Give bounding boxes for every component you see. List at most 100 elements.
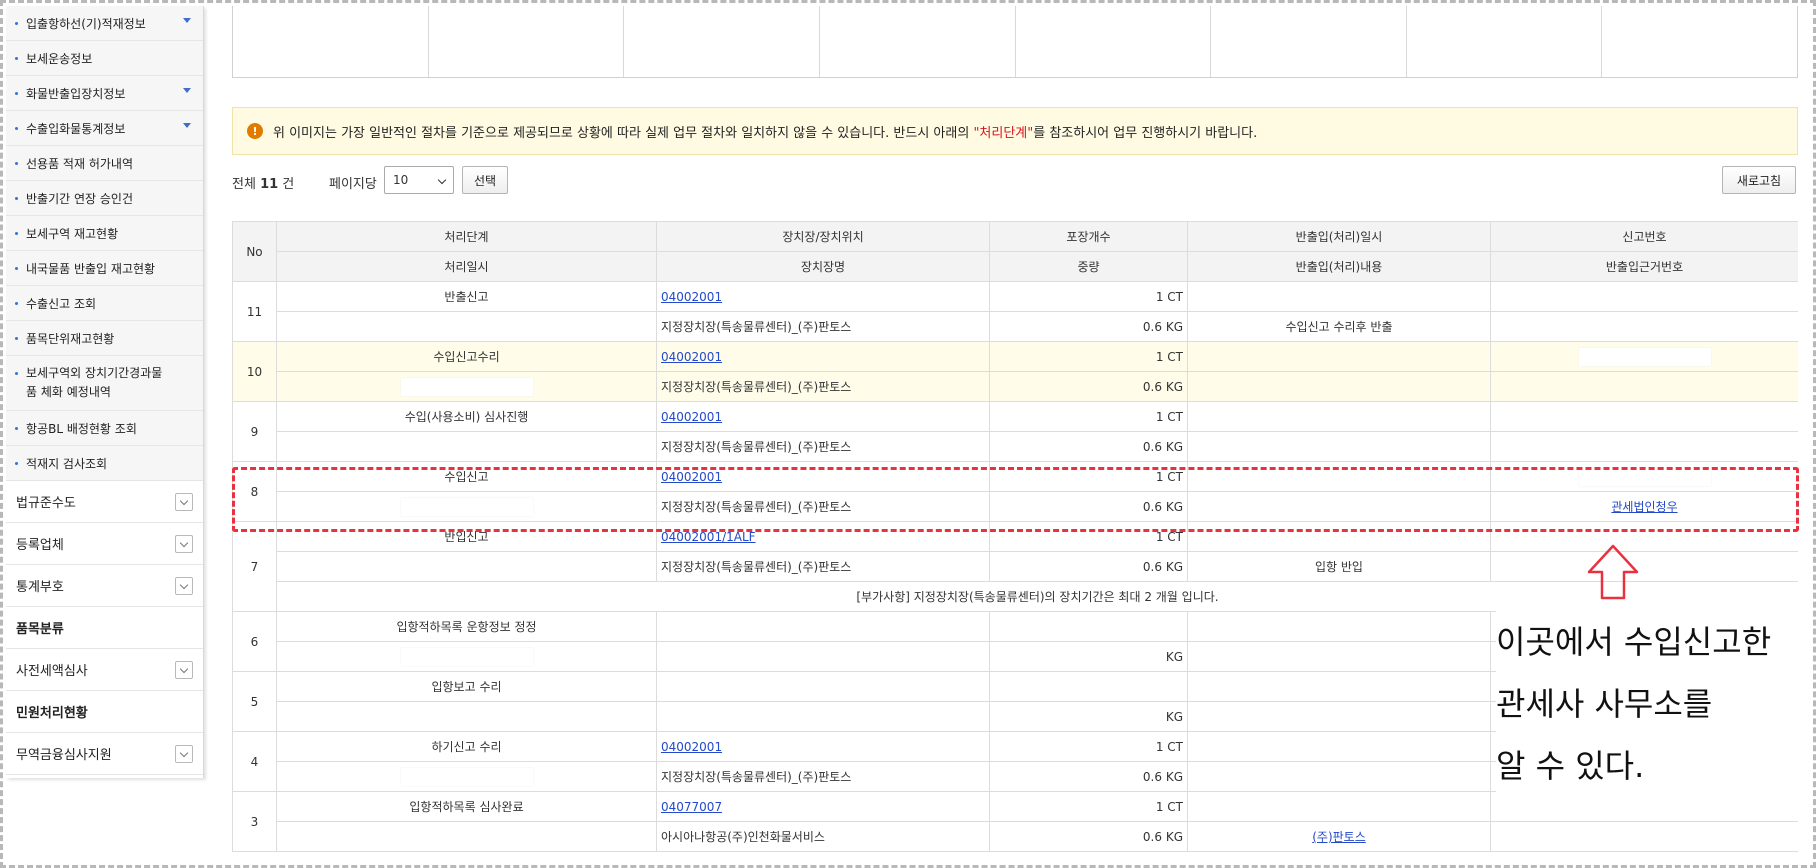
report-no-cell (1490, 341, 1798, 372)
location-link[interactable]: 04002001/1ALF (661, 530, 756, 544)
sidebar-menu: 입출항하선(기)적재정보 보세운송정보 화물반출입장치정보 수출입화물통계정보 선용품 … (6, 6, 204, 778)
weight-cell: 0.6 KG (989, 431, 1188, 462)
sidebar-main-item[interactable]: 품목분류 (6, 607, 203, 649)
bullet-dot-icon (15, 462, 18, 465)
col-header-location: 장치장/장치위치 (656, 221, 990, 252)
process-step-cell[interactable] (429, 6, 625, 77)
location-cell: 04002001 (656, 731, 990, 762)
table-note-row: [부가사항] 지정장치장(특송물류센터)의 장치기간은 최대 2 개월 입니다. (233, 581, 1798, 612)
label-line: 보세구역외 장치기간경과물 (26, 366, 163, 380)
location-link[interactable]: 04002001 (661, 350, 722, 364)
annotation-line-3: 알 수 있다. (1496, 735, 1806, 797)
col-header-basis-no: 반출입근거번호 (1490, 251, 1798, 282)
process-step-cell[interactable] (1016, 6, 1212, 77)
sidebar-main-item[interactable]: 민원처리현황 (6, 691, 203, 733)
sidebar-subitem[interactable]: 반출기간 연장 승인건 (6, 181, 203, 216)
process-date-cell (276, 311, 657, 342)
io-content-link[interactable]: (주)판토스 (1312, 830, 1366, 844)
table-row: 지정장치장(특송물류센터)_(주)판토스 0.6 KG (233, 371, 1798, 402)
sidebar-subitem[interactable]: 적재지 검사조회 (6, 446, 203, 481)
warehouse-cell (656, 641, 990, 672)
io-content-cell (1187, 761, 1491, 792)
location-cell: 04002001 (656, 341, 990, 372)
expand-toggle-icon[interactable] (175, 661, 193, 679)
package-count-cell (989, 611, 1188, 642)
location-link[interactable]: 04002001 (661, 740, 722, 754)
col-header-process-date: 처리일시 (276, 251, 657, 282)
caret-down-icon[interactable] (183, 123, 191, 128)
refresh-button[interactable]: 새로고침 (1722, 166, 1796, 194)
sidebar-subitem[interactable]: 보세구역 재고현황 (6, 216, 203, 251)
location-cell: 04077007 (656, 791, 990, 822)
sidebar-subitem[interactable]: 수출신고 조회 (6, 286, 203, 321)
expand-toggle-icon[interactable] (175, 745, 193, 763)
report-no-cell (1490, 521, 1798, 552)
stage-cell: 수입신고수리 (276, 341, 657, 372)
expand-toggle-icon[interactable] (175, 577, 193, 595)
io-content-cell (1187, 431, 1491, 462)
basis-no-cell (1490, 551, 1798, 582)
redacted-value (400, 647, 533, 666)
package-count-cell: 1 CT (989, 401, 1188, 432)
location-link[interactable]: 04002001 (661, 470, 722, 484)
redacted-value (400, 377, 533, 396)
sidebar-main-item[interactable]: 법규준수도 (6, 481, 203, 523)
warehouse-cell: 지정장치장(특송물류센터)_(주)판토스 (656, 431, 990, 462)
location-link[interactable]: 04002001 (661, 290, 722, 304)
row-number: 10 (232, 341, 277, 402)
expand-toggle-icon[interactable] (175, 535, 193, 553)
sidebar-subitem[interactable]: 수출입화물통계정보 (6, 111, 203, 146)
table-row: 7 반입신고 04002001/1ALF 1 CT (232, 521, 1798, 612)
header-row-1: No 처리단계 장치장/장치위치 포장개수 반출입(처리)일시 신고번호 (232, 221, 1798, 282)
select-button[interactable]: 선택 (462, 166, 508, 194)
sidebar-subitem-label: 수출신고 조회 (26, 296, 97, 311)
bullet-dot-icon (15, 162, 18, 165)
redacted-value (1578, 347, 1711, 366)
process-step-cell[interactable] (1602, 6, 1797, 77)
caret-down-icon[interactable] (183, 18, 191, 23)
basis-no-cell (1490, 371, 1798, 402)
customs-broker-link[interactable]: 관세법인청우 (1611, 500, 1677, 514)
stage-cell: 하기신고 수리 (276, 731, 657, 762)
bullet-dot-icon (15, 22, 18, 25)
per-page-select[interactable]: 10 (384, 166, 454, 194)
process-step-cell[interactable] (624, 6, 820, 77)
total-count: 전체 11 건 (232, 177, 295, 192)
location-cell (656, 671, 990, 702)
table-row: 8 수입신고 04002001 1 CT (232, 461, 1798, 522)
sidebar-subitem[interactable]: 품목단위재고현황 (6, 321, 203, 356)
io-time-cell (1187, 461, 1491, 492)
table-row: 지정장치장(특송물류센터)_(주)판토스 0.6 KG (233, 431, 1798, 462)
io-content-cell: 수입신고 수리후 반출 (1187, 311, 1491, 342)
process-icon-strip (232, 6, 1798, 78)
sidebar-main-label: 사전세액심사 (16, 664, 88, 679)
stage-cell: 반입신고 (276, 521, 657, 552)
bullet-dot-icon (15, 372, 18, 375)
sidebar-main-item[interactable]: 통계부호 (6, 565, 203, 607)
io-time-cell (1187, 401, 1491, 432)
process-step-cell[interactable] (820, 6, 1016, 77)
location-link[interactable]: 04077007 (661, 800, 722, 814)
table-row: 10 수입신고수리 04002001 1 CT (232, 341, 1798, 402)
process-step-cell[interactable] (233, 6, 429, 77)
expand-toggle-icon[interactable] (175, 493, 193, 511)
process-step-cell[interactable] (1407, 6, 1603, 77)
process-date-cell (276, 551, 657, 582)
sidebar-subitem[interactable]: 선용품 적재 허가내역 (6, 146, 203, 181)
io-time-cell (1187, 281, 1491, 312)
sidebar-subitem[interactable]: 입출항하선(기)적재정보 (6, 6, 203, 41)
bullet-dot-icon (15, 57, 18, 60)
caret-down-icon[interactable] (183, 88, 191, 93)
sidebar-main-item[interactable]: 사전세액심사 (6, 649, 203, 691)
sidebar-main-item[interactable]: 무역금융심사지원 (6, 733, 203, 775)
annotation-text: 이곳에서 수입신고한 관세사 사무소를 알 수 있다. (1496, 611, 1806, 797)
sidebar-subitem[interactable]: 보세운송정보 (6, 41, 203, 76)
location-link[interactable]: 04002001 (661, 410, 722, 424)
process-step-cell[interactable] (1211, 6, 1407, 77)
sidebar-subitem[interactable]: 내국물품 반출입 재고현황 (6, 251, 203, 286)
sidebar-main-item[interactable]: 등록업체 (6, 523, 203, 565)
sidebar-subitem[interactable]: 보세구역외 장치기간경과물 품 체화 예정내역 (6, 356, 203, 411)
sidebar-subitem[interactable]: 화물반출입장치정보 (6, 76, 203, 111)
row-number: 7 (232, 521, 277, 612)
sidebar-subitem[interactable]: 항공BL 배정현황 조회 (6, 411, 203, 446)
